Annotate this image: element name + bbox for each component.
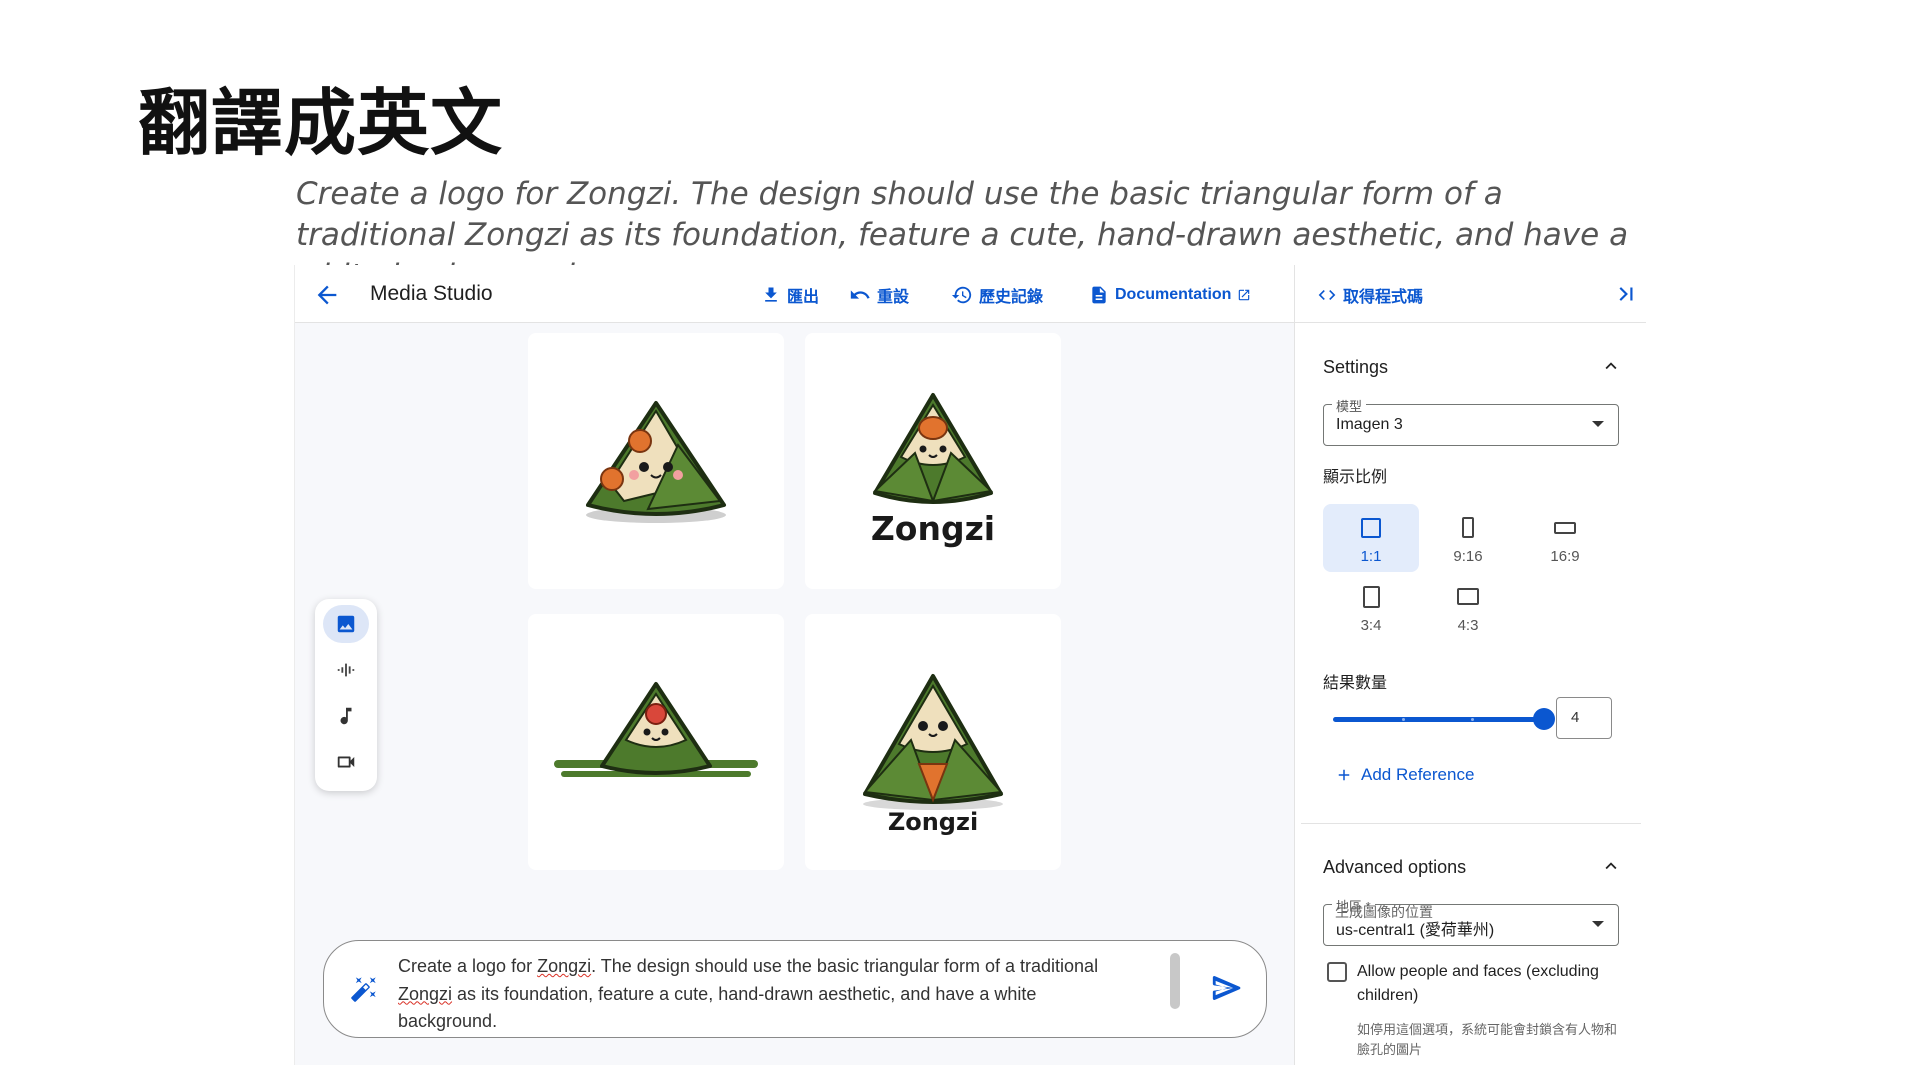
- dropdown-arrow-icon: [1592, 921, 1604, 927]
- portrait-icon: [1462, 517, 1474, 538]
- back-arrow-icon[interactable]: [313, 281, 341, 309]
- music-mode-button[interactable]: [323, 697, 369, 735]
- add-reference-button[interactable]: Add Reference: [1335, 765, 1474, 785]
- dropdown-arrow-icon: [1592, 421, 1604, 427]
- model-select-value: Imagen 3: [1336, 416, 1403, 433]
- undo-icon: [850, 290, 870, 299]
- chevron-up-icon[interactable]: [1600, 355, 1622, 377]
- ratio-label: 4:3: [1457, 617, 1479, 634]
- documentation-link[interactable]: Documentation: [1089, 282, 1251, 308]
- send-icon[interactable]: [1210, 971, 1244, 1005]
- settings-panel-header: 取得程式碼: [1295, 265, 1646, 323]
- add-reference-label: Add Reference: [1361, 765, 1475, 784]
- history-button[interactable]: 歷史記錄: [951, 282, 1043, 308]
- download-icon: [765, 287, 777, 302]
- audio-mode-button[interactable]: [323, 651, 369, 689]
- ratio-label: 3:4: [1360, 617, 1382, 634]
- export-button[interactable]: 匯出: [761, 282, 819, 308]
- result-count-slider-track[interactable]: [1333, 717, 1541, 722]
- result-count-input[interactable]: 4: [1556, 697, 1612, 739]
- zongzi-logo-icon: [872, 393, 994, 504]
- reset-button[interactable]: 重設: [849, 282, 909, 308]
- external-link-icon: [1239, 289, 1250, 301]
- zongzi-logo-icon: [586, 401, 726, 523]
- image-icon: [337, 615, 355, 633]
- app-name: Media Studio: [370, 282, 493, 305]
- result-logo-text: Zongzi: [887, 808, 979, 836]
- video-mode-button[interactable]: [323, 743, 369, 781]
- ratio-label: 1:1: [1360, 548, 1382, 565]
- image-mode-button[interactable]: [323, 605, 369, 643]
- get-code-label: 取得程式碼: [1343, 289, 1424, 306]
- allow-people-checkbox[interactable]: [1327, 962, 1347, 982]
- section-divider: [1301, 823, 1641, 824]
- result-logo-text: Zongzi: [870, 509, 996, 548]
- get-code-button[interactable]: 取得程式碼: [1317, 283, 1423, 307]
- export-label: 匯出: [787, 289, 820, 306]
- collapse-panel-icon[interactable]: [1613, 281, 1639, 307]
- music-icon: [340, 707, 352, 725]
- prompt-input[interactable]: Create a logo for Zongzi. The design sho…: [323, 940, 1267, 1038]
- ratio-option-1-1[interactable]: 1:1: [1323, 504, 1419, 572]
- document-icon: [1092, 286, 1106, 304]
- settings-heading[interactable]: Settings: [1323, 357, 1388, 378]
- reset-label: 重設: [877, 289, 910, 306]
- model-select[interactable]: 模型 Imagen 3: [1323, 396, 1619, 446]
- portrait-icon: [1363, 586, 1380, 608]
- result-image-4[interactable]: Zongzi: [805, 614, 1061, 870]
- advanced-options-heading[interactable]: Advanced options: [1323, 857, 1466, 878]
- canvas-pane: Media Studio 匯出 重設 歷史記錄 Documentation Zo…: [294, 265, 1295, 1065]
- prompt-text[interactable]: Create a logo for Zongzi. The design sho…: [398, 953, 1138, 1036]
- chevron-up-icon[interactable]: [1600, 855, 1622, 877]
- history-icon: [951, 286, 972, 304]
- documentation-label: Documentation: [1115, 286, 1232, 303]
- code-icon: [1318, 290, 1336, 300]
- media-studio-window: Media Studio 匯出 重設 歷史記錄 Documentation Zo…: [294, 265, 1646, 1065]
- ratio-option-16-9[interactable]: 16:9: [1517, 504, 1613, 572]
- result-count-slider-thumb[interactable]: [1533, 708, 1555, 730]
- aspect-ratio-label: 顯示比例: [1323, 469, 1388, 486]
- ratio-option-3-4[interactable]: 3:4: [1323, 573, 1419, 641]
- media-type-palette: [315, 599, 377, 791]
- model-select-label: 模型: [1332, 396, 1367, 415]
- square-icon: [1361, 518, 1381, 538]
- plus-icon: [1338, 769, 1350, 781]
- ratio-option-4-3[interactable]: 4:3: [1420, 573, 1516, 641]
- result-image-1[interactable]: [528, 333, 784, 589]
- prompt-scrollbar[interactable]: [1170, 953, 1180, 1009]
- slider-tick: [1471, 718, 1474, 721]
- allow-people-label[interactable]: Allow people and faces (excluding childr…: [1357, 960, 1627, 1008]
- ratio-option-9-16[interactable]: 9:16: [1420, 504, 1516, 572]
- allow-people-note: 如停用這個選項，系統可能會封鎖含有人物和臉孔的圖片: [1357, 1022, 1618, 1057]
- video-icon: [337, 756, 355, 768]
- ratio-label: 16:9: [1550, 548, 1580, 565]
- result-count-label: 結果數量: [1323, 675, 1388, 692]
- region-helper-text: 生成圖像的位置: [1335, 904, 1433, 920]
- zongzi-logo-icon: [554, 682, 758, 777]
- top-toolbar: Media Studio 匯出 重設 歷史記錄 Documentation: [295, 265, 1295, 323]
- history-label: 歷史記錄: [979, 289, 1044, 306]
- audio-icon: [337, 663, 355, 677]
- magic-wand-icon[interactable]: [350, 975, 378, 1003]
- result-image-2[interactable]: Zongzi: [805, 333, 1061, 589]
- landscape-icon: [1457, 588, 1479, 605]
- slider-tick: [1402, 718, 1405, 721]
- ratio-label: 9:16: [1453, 548, 1483, 565]
- result-image-3[interactable]: [528, 614, 784, 870]
- settings-panel: 取得程式碼 Settings 模型 Imagen 3 顯示比例 1:1 9:16…: [1294, 265, 1646, 1065]
- slide-title: 翻譯成英文: [138, 81, 504, 165]
- landscape-icon: [1554, 522, 1576, 534]
